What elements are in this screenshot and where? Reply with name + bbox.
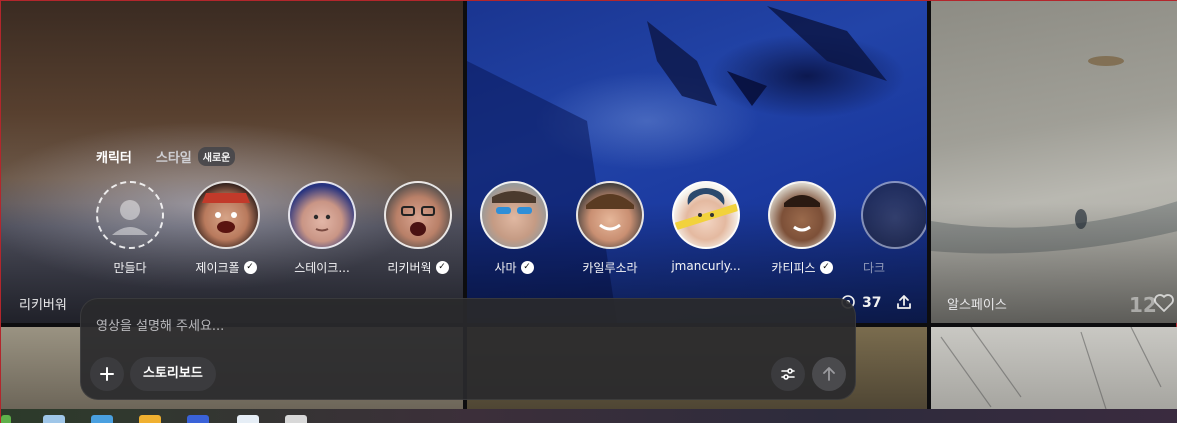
character-name: jmancurly... bbox=[661, 259, 751, 273]
avatar-art bbox=[674, 188, 738, 231]
character-name-label: 카일루소라 bbox=[582, 261, 638, 275]
character-avatar bbox=[192, 181, 260, 249]
character-ricky-berwick[interactable]: 리키버웍 ✓ bbox=[373, 181, 463, 276]
character-dark[interactable]: 다크 bbox=[853, 181, 926, 276]
taskbar-app-icon[interactable] bbox=[43, 415, 65, 423]
avatar-art bbox=[784, 195, 820, 232]
taskbar bbox=[1, 409, 1177, 423]
character-name-label: jmancurly... bbox=[671, 259, 741, 273]
share-icon[interactable] bbox=[895, 293, 913, 311]
character-name: 만들다 bbox=[85, 259, 175, 276]
plus-icon bbox=[100, 367, 114, 381]
character-name: 리키버웍 ✓ bbox=[373, 259, 463, 276]
verified-check-icon: ✓ bbox=[520, 261, 534, 274]
character-name: 카일루소라 bbox=[565, 259, 655, 276]
add-button[interactable] bbox=[90, 357, 124, 391]
character-name-label: 사마 bbox=[494, 261, 517, 275]
character-avatar bbox=[576, 181, 644, 249]
character-name: 다크 bbox=[853, 259, 926, 276]
send-button[interactable] bbox=[812, 357, 846, 391]
character-name-label: 제이크폴 bbox=[195, 261, 240, 275]
tile-author[interactable]: 리키버워 bbox=[19, 294, 67, 313]
character-style-tabs: 캐릭터 스타일 새로운 bbox=[96, 147, 236, 166]
character-name-label: 스테이크... bbox=[294, 261, 350, 275]
tile-author[interactable]: 알스페이스 bbox=[947, 294, 1007, 313]
tile-6-artwork bbox=[940, 327, 1162, 409]
arrow-up-icon bbox=[823, 367, 835, 381]
character-name: 제이크폴 ✓ bbox=[181, 259, 271, 276]
create-character-avatar bbox=[96, 181, 164, 249]
character-create[interactable]: 만들다 bbox=[85, 181, 175, 276]
folder-icon[interactable] bbox=[139, 415, 161, 423]
character-name-label: 다크 bbox=[863, 261, 886, 275]
video-tile-6[interactable] bbox=[931, 327, 1177, 409]
storyboard-button[interactable]: 스토리보드 bbox=[130, 357, 216, 391]
taskbar-app-icon[interactable] bbox=[187, 415, 209, 423]
prompt-composer: 스토리보드 bbox=[80, 298, 856, 400]
character-name: 스테이크... bbox=[277, 259, 367, 276]
heart-icon[interactable] bbox=[1153, 293, 1175, 313]
character-avatar bbox=[861, 181, 926, 249]
person-placeholder-icon bbox=[112, 200, 148, 235]
verified-check-icon: ✓ bbox=[819, 261, 833, 274]
character-jake-paul[interactable]: 제이크폴 ✓ bbox=[181, 181, 271, 276]
character-name-label: 카티피스 bbox=[771, 261, 816, 275]
character-name: 카티피스 ✓ bbox=[757, 259, 847, 276]
character-avatar bbox=[480, 181, 548, 249]
verified-check-icon: ✓ bbox=[435, 261, 449, 274]
taskbar-app-icon[interactable] bbox=[91, 415, 113, 423]
tab-style[interactable]: 스타일 새로운 bbox=[156, 147, 236, 166]
avatar-art bbox=[492, 191, 536, 214]
character-avatar bbox=[768, 181, 836, 249]
character-avatar bbox=[384, 181, 452, 249]
character-katipis[interactable]: 카티피스 ✓ bbox=[757, 181, 847, 276]
character-steak[interactable]: 스테이크... bbox=[277, 181, 367, 276]
taskbar-app-icon[interactable] bbox=[1, 415, 11, 423]
taskbar-app-icon[interactable] bbox=[237, 415, 259, 423]
tab-style-label: 스타일 bbox=[155, 151, 192, 166]
character-kyle-sora[interactable]: 카일루소라 bbox=[565, 181, 655, 276]
avatar-art bbox=[401, 206, 435, 236]
character-avatar bbox=[288, 181, 356, 249]
prompt-input[interactable] bbox=[96, 319, 756, 334]
tab-characters[interactable]: 캐릭터 bbox=[96, 147, 132, 166]
character-name-label: 리키버웍 bbox=[387, 261, 432, 275]
character-sama[interactable]: 사마 ✓ bbox=[469, 181, 559, 276]
taskbar-app-icon[interactable] bbox=[285, 415, 307, 423]
avatar-art bbox=[202, 193, 250, 233]
character-avatar bbox=[672, 181, 740, 249]
sliders-icon bbox=[781, 368, 795, 380]
character-name: 사마 ✓ bbox=[469, 259, 559, 276]
character-jmancurly[interactable]: jmancurly... bbox=[661, 181, 751, 273]
new-badge: 새로운 bbox=[197, 147, 236, 166]
view-count: 37 bbox=[862, 295, 882, 311]
settings-button[interactable] bbox=[771, 357, 805, 391]
avatar-art bbox=[586, 194, 634, 231]
video-tile-3[interactable]: 알스페이스 bbox=[931, 1, 1177, 323]
avatar-art bbox=[313, 214, 331, 232]
verified-check-icon: ✓ bbox=[243, 261, 257, 274]
character-name-label: 만들다 bbox=[113, 261, 147, 275]
